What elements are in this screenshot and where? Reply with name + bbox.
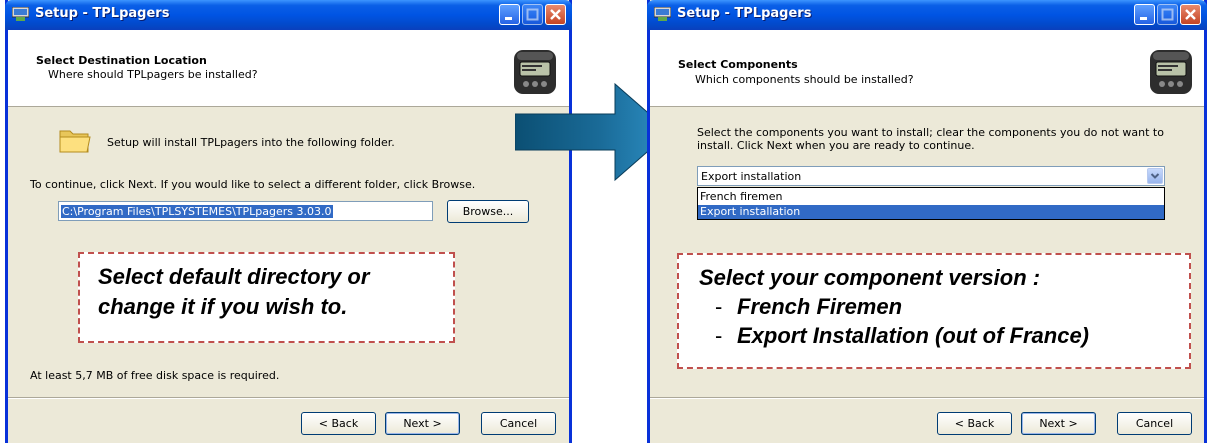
callout-bullet: -: [715, 323, 723, 348]
continue-instructions: To continue, click Next. If you would li…: [30, 178, 476, 191]
setup-app-icon: [654, 7, 671, 21]
wizard-header: Select Destination Location Where should…: [8, 30, 569, 107]
window-title: Setup - TPLpagers: [677, 6, 812, 21]
title-bar[interactable]: Setup - TPLpagers: [647, 0, 1207, 30]
back-button[interactable]: < Back: [301, 412, 376, 435]
callout-line: Select default directory or: [98, 264, 370, 289]
minimize-button[interactable]: [499, 4, 520, 25]
minimize-button[interactable]: [1134, 4, 1155, 25]
callout-item: French Firemen: [737, 294, 903, 319]
setup-window-components: Setup - TPLpagers Select Components Whic…: [647, 0, 1207, 443]
setup-window-destination: Setup - TPLpagers Select Destination Loc…: [5, 0, 572, 443]
component-type-select[interactable]: Export installation: [697, 166, 1165, 186]
maximize-button[interactable]: [1157, 4, 1178, 25]
callout-annotation: Select your component version : - French…: [677, 253, 1191, 369]
cancel-button[interactable]: Cancel: [1117, 412, 1192, 435]
callout-line: change it if you wish to.: [98, 294, 348, 319]
title-bar[interactable]: Setup - TPLpagers: [5, 0, 572, 30]
pager-device-icon: [1150, 50, 1192, 94]
destination-path-input[interactable]: C:\Program Files\TPLSYSTEMES\TPLpagers 3…: [58, 201, 433, 221]
setup-app-icon: [12, 7, 29, 21]
path-value: C:\Program Files\TPLSYSTEMES\TPLpagers 3…: [61, 205, 333, 218]
page-subtitle: Where should TPLpagers be installed?: [48, 68, 258, 81]
callout-title: Select your component version :: [699, 265, 1041, 290]
instructions-line: install. Click Next when you are ready t…: [697, 139, 975, 152]
dropdown-option-export-installation[interactable]: Export installation: [698, 205, 1164, 219]
combo-value: Export installation: [701, 170, 802, 183]
callout-bullet: -: [715, 294, 723, 319]
install-folder-text: Setup will install TPLpagers into the fo…: [107, 136, 395, 149]
footer-divider: [650, 397, 1204, 399]
callout-annotation: Select default directory or change it if…: [78, 252, 455, 343]
browse-button[interactable]: Browse...: [447, 200, 529, 223]
component-dropdown-list[interactable]: French firemen Export installation: [697, 187, 1165, 220]
folder-icon: [59, 130, 91, 153]
page-title: Select Destination Location: [36, 54, 207, 67]
wizard-header: Select Components Which components shoul…: [650, 30, 1204, 107]
callout-item: Export Installation (out of France): [737, 323, 1090, 348]
cancel-button[interactable]: Cancel: [481, 412, 556, 435]
chevron-down-icon[interactable]: [1147, 168, 1163, 184]
close-button[interactable]: [1180, 4, 1201, 25]
next-button[interactable]: Next >: [385, 412, 460, 435]
instructions-line: Select the components you want to instal…: [697, 126, 1164, 139]
close-button[interactable]: [545, 4, 566, 25]
page-subtitle: Which components should be installed?: [695, 73, 914, 86]
maximize-button[interactable]: [522, 4, 543, 25]
window-title: Setup - TPLpagers: [35, 6, 170, 21]
footer-divider: [8, 397, 569, 399]
back-button[interactable]: < Back: [937, 412, 1012, 435]
dropdown-option-french-firemen[interactable]: French firemen: [698, 190, 1164, 204]
page-title: Select Components: [678, 58, 798, 71]
next-button[interactable]: Next >: [1021, 412, 1096, 435]
disk-space-text: At least 5,7 MB of free disk space is re…: [30, 369, 280, 382]
